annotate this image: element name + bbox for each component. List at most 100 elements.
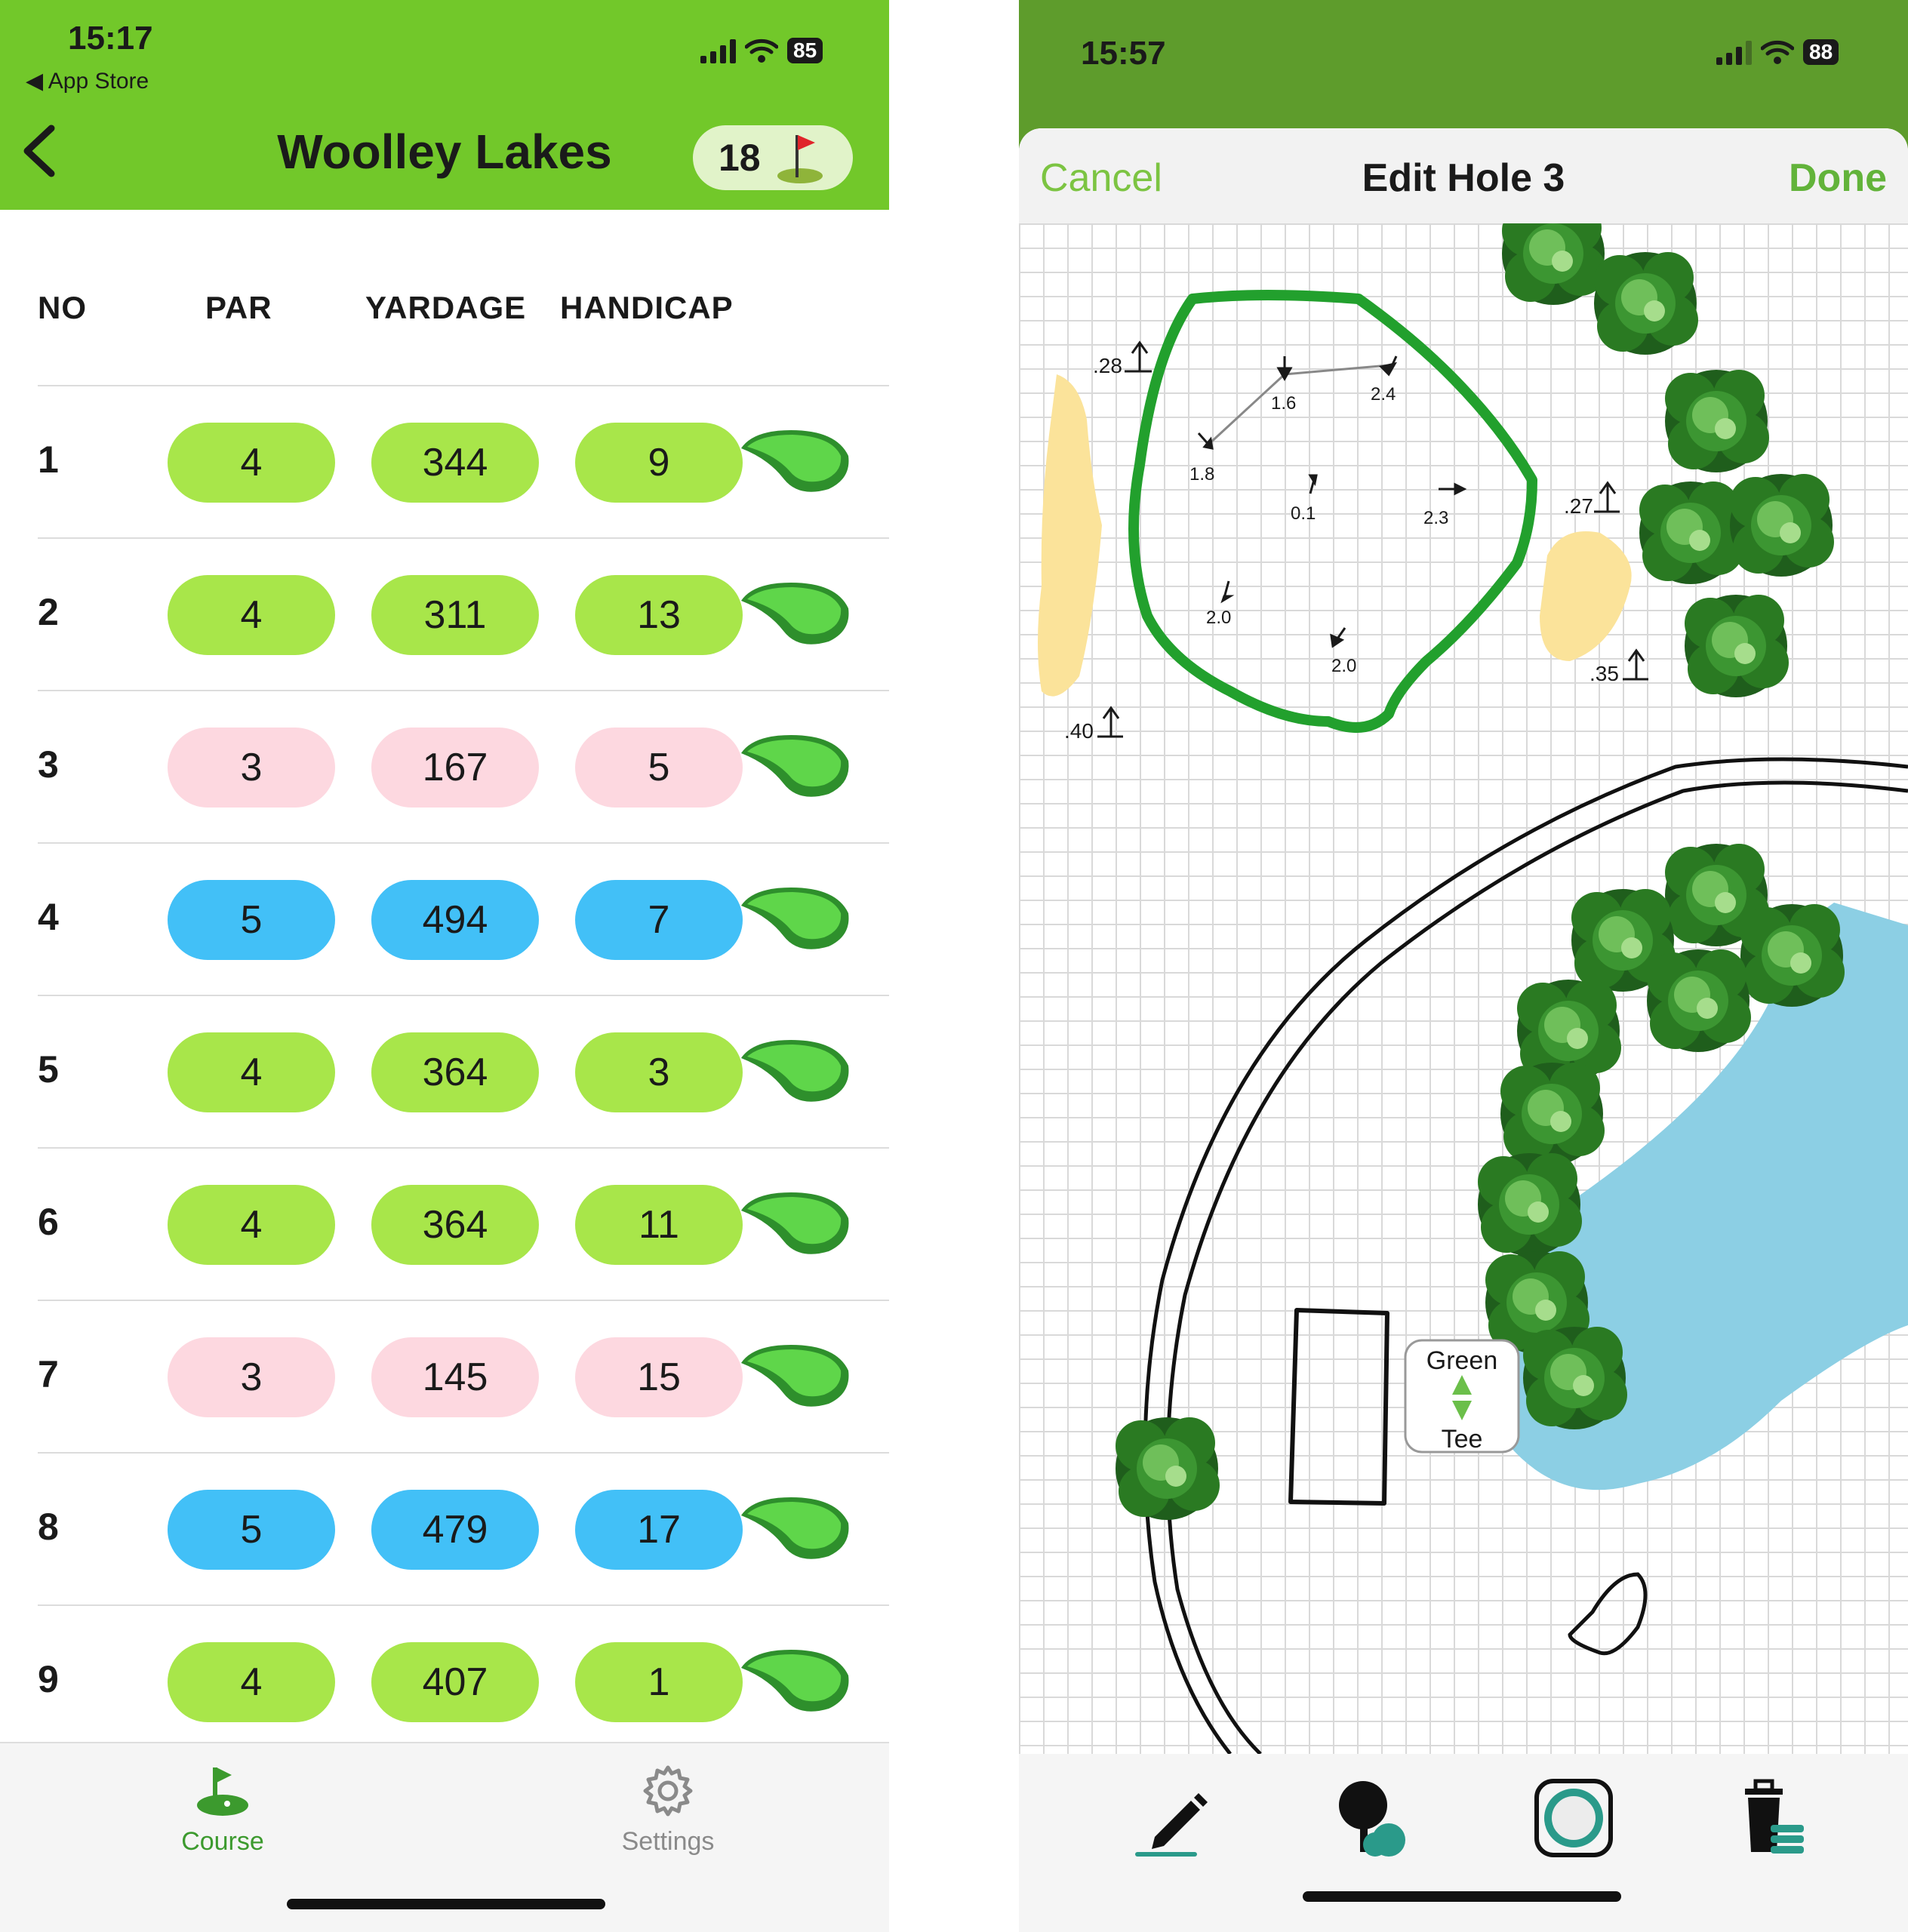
trash-icon[interactable] — [1731, 1777, 1814, 1860]
hole-row[interactable]: 2 4 311 13 — [38, 537, 889, 691]
drawing-toolbar — [1019, 1754, 1908, 1932]
putting-green-icon[interactable] — [738, 1340, 851, 1413]
edit-sheet: Cancel Edit Hole 3 Done 1.6 2.4 1.8 0.1 … — [1019, 128, 1908, 1932]
green-tee-toggle[interactable]: Green Tee — [1404, 1339, 1520, 1454]
slope-labels: 1.6 2.4 1.8 0.1 2.3 2.0 2.0 — [1189, 384, 1448, 676]
hole-row[interactable]: 3 3 167 5 — [38, 690, 889, 844]
par-pill: 4 — [168, 423, 335, 503]
putting-green-icon[interactable] — [738, 883, 851, 955]
slope-label: 2.3 — [1423, 508, 1448, 528]
column-header-yardage: YARDAGE — [365, 290, 527, 325]
holes-count: 18 — [719, 137, 761, 179]
handicap-pill: 13 — [575, 575, 743, 655]
hole-number: 7 — [38, 1353, 59, 1395]
hole-row[interactable]: 4 5 494 7 — [38, 842, 889, 996]
putting-green-icon[interactable] — [738, 426, 851, 498]
gear-icon — [643, 1765, 693, 1817]
home-indicator — [1303, 1891, 1621, 1902]
tab-bar: Course Settings — [0, 1742, 889, 1932]
putting-green-icon[interactable] — [738, 578, 851, 651]
yardage-pill: 344 — [371, 423, 539, 503]
pencil-icon[interactable] — [1132, 1777, 1215, 1860]
yardage-pill: 364 — [371, 1185, 539, 1265]
tab-course[interactable]: Course — [132, 1763, 313, 1857]
slope-label: 2.0 — [1331, 656, 1356, 676]
battery-icon: 88 — [1803, 39, 1839, 65]
slope-label: 2.0 — [1206, 608, 1231, 628]
drawing-canvas[interactable]: 1.6 2.4 1.8 0.1 2.3 2.0 2.0 .28 .27 .35 — [1019, 202, 1908, 1755]
par-pill: 4 — [168, 1642, 335, 1722]
column-header-no: NO — [38, 290, 87, 325]
circle-shape-icon[interactable] — [1532, 1777, 1615, 1860]
slope-label: 2.4 — [1371, 384, 1396, 405]
back-to-app-store-link[interactable]: ◀ App Store — [26, 68, 149, 94]
handicap-pill: 17 — [575, 1490, 743, 1570]
done-button[interactable]: Done — [1789, 155, 1887, 201]
distance-label: .40 — [1064, 719, 1094, 743]
signal-icon — [1716, 39, 1752, 65]
yardage-pill: 167 — [371, 728, 539, 808]
header-bar: 15:17 ◀ App Store 85 Woolley Lakes 18 — [0, 0, 889, 210]
yardage-pill: 145 — [371, 1337, 539, 1417]
handicap-pill: 11 — [575, 1185, 743, 1265]
handicap-pill: 1 — [575, 1642, 743, 1722]
distance-label: .35 — [1589, 662, 1619, 685]
column-header-par: PAR — [205, 290, 272, 325]
hole-number: 3 — [38, 743, 59, 786]
tab-settings[interactable]: Settings — [577, 1763, 759, 1857]
bunker-left — [1038, 374, 1102, 697]
edit-hole-screen: 15:57 88 Cancel Edit Hole 3 Done 1.6 2.4… — [1019, 0, 1908, 1932]
handicap-pill: 9 — [575, 423, 743, 503]
status-icons: 85 — [700, 38, 823, 63]
putting-green-icon[interactable] — [738, 1035, 851, 1108]
hole-row[interactable]: 1 4 344 9 — [38, 385, 889, 539]
hole-number: 5 — [38, 1048, 59, 1091]
status-icons: 88 — [1716, 39, 1839, 65]
par-pill: 3 — [168, 1337, 335, 1417]
column-header-handicap: HANDICAP — [560, 290, 734, 325]
putting-green-icon[interactable] — [738, 1493, 851, 1565]
signal-icon — [700, 38, 736, 63]
hole-map: 1.6 2.4 1.8 0.1 2.3 2.0 2.0 .28 .27 .35 — [1038, 202, 1908, 1755]
course-screen: 15:17 ◀ App Store 85 Woolley Lakes 18 NO… — [0, 0, 889, 1932]
hole-row[interactable]: 6 4 364 11 — [38, 1147, 889, 1301]
sheet-title: Edit Hole 3 — [1362, 156, 1565, 200]
hole-number: 2 — [38, 591, 59, 633]
toggle-top-label: Green — [1426, 1346, 1498, 1375]
hole-row[interactable]: 7 3 145 15 — [38, 1300, 889, 1454]
handicap-pill: 15 — [575, 1337, 743, 1417]
par-pill: 5 — [168, 1490, 335, 1570]
distance-label: .28 — [1093, 354, 1122, 377]
par-pill: 5 — [168, 880, 335, 960]
toggle-bottom-label: Tee — [1442, 1425, 1483, 1454]
wifi-icon — [1761, 40, 1794, 64]
status-time: 15:17 — [68, 20, 153, 57]
golf-course-icon — [197, 1767, 248, 1816]
putting-green-icon[interactable] — [738, 731, 851, 803]
putting-green-icon[interactable] — [738, 1188, 851, 1260]
putting-green-icon[interactable] — [738, 1645, 851, 1718]
holes-count-button[interactable]: 18 — [693, 125, 853, 190]
hole-number: 1 — [38, 438, 59, 481]
par-pill: 4 — [168, 1032, 335, 1112]
yardage-pill: 364 — [371, 1032, 539, 1112]
tab-course-label: Course — [181, 1827, 264, 1856]
par-pill: 4 — [168, 1185, 335, 1265]
yardage-pill: 311 — [371, 575, 539, 655]
tree-icon[interactable] — [1331, 1777, 1414, 1860]
slope-label: 0.1 — [1291, 503, 1316, 524]
par-pill: 3 — [168, 728, 335, 808]
hole-row[interactable]: 5 4 364 3 — [38, 995, 889, 1149]
tab-settings-label: Settings — [621, 1827, 715, 1856]
handicap-pill: 7 — [575, 880, 743, 960]
hole-number: 4 — [38, 896, 59, 938]
home-indicator — [287, 1899, 605, 1909]
distance-label: .27 — [1564, 494, 1593, 518]
yardage-pill: 494 — [371, 880, 539, 960]
hole-row[interactable]: 8 5 479 17 — [38, 1452, 889, 1606]
golf-flag-icon — [777, 135, 823, 183]
back-triangle-icon: ◀ — [26, 69, 48, 94]
hole-number: 8 — [38, 1506, 59, 1548]
hole-row[interactable]: 9 4 407 1 — [38, 1604, 889, 1758]
tee-box — [1288, 1308, 1389, 1506]
